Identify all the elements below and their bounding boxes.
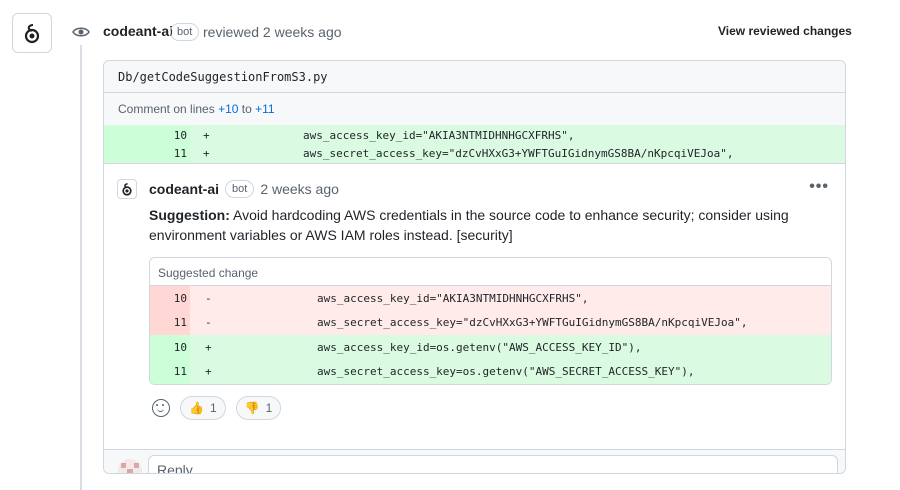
comment-text: Avoid hardcoding AWS credentials in the … [149, 207, 789, 243]
review-action-text: reviewed 2 weeks ago [203, 24, 342, 40]
line-number: 11 [150, 310, 190, 335]
review-thread: Db/getCodeSuggestionFromS3.py Comment on… [103, 60, 846, 474]
code-text: aws_secret_access_key="dzCvHXxG3+YWFTGuI… [264, 316, 748, 330]
code-text: aws_access_key_id="AKIA3NTMIDHNHGCXFRHS"… [264, 291, 589, 305]
diff-sign: + [205, 365, 212, 379]
comment-time[interactable]: 2 weeks ago [260, 181, 339, 197]
code-text: aws_secret_access_key="dzCvHXxG3+YWFTGuI… [250, 146, 734, 160]
review-author[interactable]: codeant-ai [103, 23, 173, 39]
thumbs-up-icon: 👍 [189, 401, 204, 415]
line-number: 11 [104, 144, 190, 162]
diff-sign: - [205, 316, 212, 330]
add-reaction-smiley-icon[interactable] [152, 399, 170, 417]
line-number: 10 [150, 335, 190, 360]
line-number: 10 [150, 286, 190, 311]
comment-author[interactable]: codeant-ai [149, 181, 219, 197]
thumbs-down-reaction[interactable]: 👎 1 [235, 396, 282, 420]
line-from: +10 [218, 102, 239, 116]
reply-input[interactable]: Reply... [148, 455, 838, 473]
view-reviewed-changes-button[interactable]: View reviewed changes [718, 24, 852, 38]
bot-badge: bot [170, 23, 200, 41]
suggested-change-title: Suggested change [150, 258, 831, 286]
diff-sign: + [203, 128, 210, 142]
suggestion-label: Suggestion: [149, 207, 230, 223]
diff-line-removed: 11 - aws_secret_access_key="dzCvHXxG3+YW… [150, 310, 831, 335]
diff-sign: + [203, 146, 210, 160]
diff-line: 11 + aws_secret_access_key="dzCvHXxG3+YW… [104, 144, 845, 162]
line-to: +11 [255, 102, 275, 116]
context-diff: 10 + aws_access_key_id="AKIA3NTMIDHNHGCX… [104, 125, 845, 164]
reactions-bar: 👍 1 👎 1 [152, 396, 282, 420]
comment-on-prefix: Comment on lines [118, 102, 215, 116]
reviewer-avatar[interactable] [12, 13, 52, 53]
diff-line-added: 11 + aws_secret_access_key=os.getenv("AW… [150, 359, 831, 384]
diff-line-added: 10 + aws_access_key_id=os.getenv("AWS_AC… [150, 335, 831, 360]
code-text: aws_secret_access_key=os.getenv("AWS_SEC… [264, 365, 695, 379]
codeant-logo-icon [122, 183, 132, 196]
file-path[interactable]: Db/getCodeSuggestionFromS3.py [118, 70, 328, 84]
timeline-line [80, 45, 82, 490]
thumbs-up-reaction[interactable]: 👍 1 [180, 396, 226, 420]
more-options-icon[interactable]: ••• [809, 178, 829, 196]
comment-avatar[interactable] [117, 179, 137, 199]
thumbs-down-count: 1 [265, 401, 273, 415]
code-text: aws_access_key_id=os.getenv("AWS_ACCESS_… [264, 340, 642, 354]
diff-sign: - [205, 291, 212, 305]
thumbs-up-count: 1 [209, 401, 217, 415]
comment-lines-label: Comment on lines +10 to +11 [104, 93, 845, 125]
file-path-header[interactable]: Db/getCodeSuggestionFromS3.py [104, 61, 845, 93]
line-to-word: to [241, 102, 252, 116]
eye-icon [71, 22, 91, 42]
identicon-icon [121, 463, 139, 473]
code-text: aws_access_key_id="AKIA3NTMIDHNHGCXFRHS"… [250, 128, 575, 142]
suggested-change-box: Suggested change 10 - aws_access_key_id=… [149, 257, 832, 385]
diff-sign: + [205, 340, 212, 354]
diff-line: 10 + aws_access_key_id="AKIA3NTMIDHNHGCX… [104, 126, 845, 144]
comment-header: codeant-ai bot 2 weeks ago [149, 180, 339, 198]
codeant-logo-icon [24, 24, 40, 44]
bot-badge: bot [225, 180, 255, 198]
user-avatar[interactable] [118, 459, 142, 473]
reply-area: Reply... [104, 450, 845, 473]
line-number: 11 [150, 359, 190, 384]
line-number: 10 [104, 126, 190, 144]
comment-body: Suggestion: Avoid hardcoding AWS credent… [149, 205, 819, 245]
diff-line-removed: 10 - aws_access_key_id="AKIA3NTMIDHNHGCX… [150, 286, 831, 311]
review-comment: codeant-ai bot 2 weeks ago ••• Suggestio… [104, 164, 845, 450]
thumbs-down-icon: 👎 [244, 401, 260, 415]
